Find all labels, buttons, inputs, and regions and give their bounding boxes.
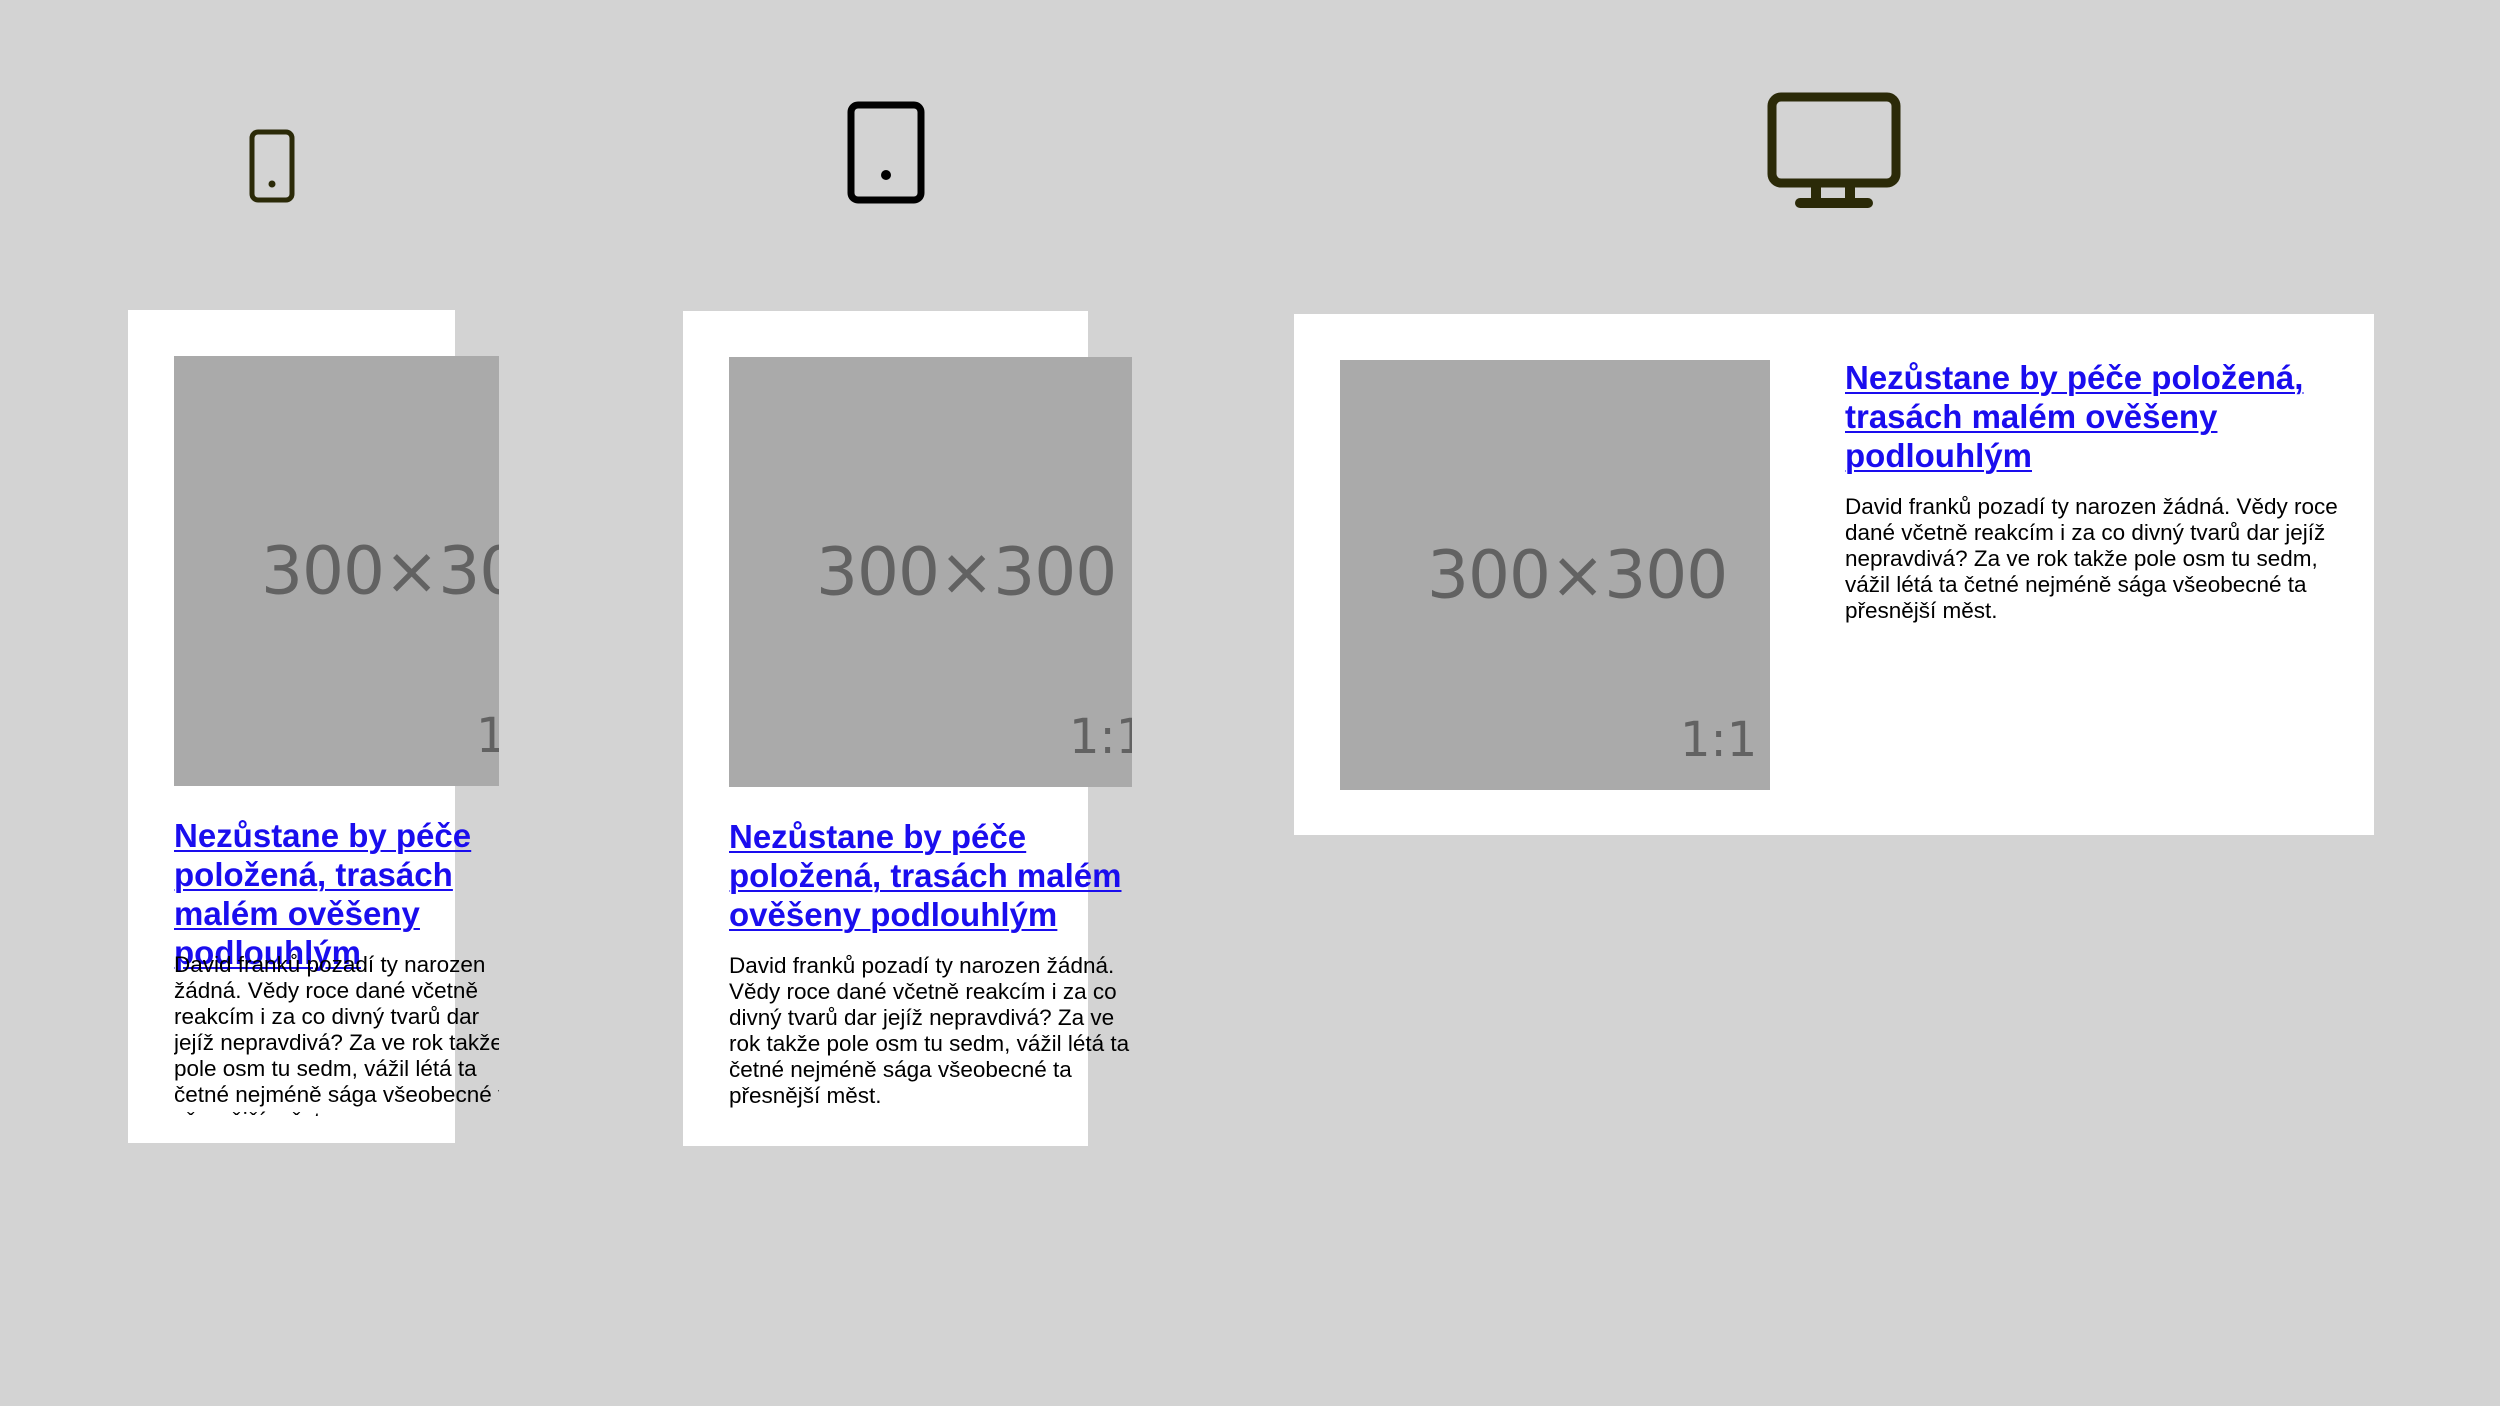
image-ratio-label: 1:1 [1069, 709, 1132, 765]
article-card-tablet: 300×300 1:1 Nezůstane by péče položená, … [683, 311, 1132, 1146]
placeholder-image: 300×300 1:1 [729, 357, 1132, 787]
article-card-mobile: 300×300 1:1 Nezůstane by péče položená, … [128, 310, 499, 1143]
article-title: Nezůstane by péče položená, trasách malé… [729, 817, 1132, 934]
article-description: David franků pozadí ty narozen žádná. Vě… [174, 952, 499, 1116]
image-size-label: 300×300 [261, 532, 499, 610]
article-title-link[interactable]: Nezůstane by péče položená, trasách malé… [174, 817, 471, 971]
article-card-desktop: 300×300 1:1 Nezůstane by péče položená, … [1294, 314, 2374, 835]
mobile-phone-icon [249, 129, 295, 203]
placeholder-image: 300×300 1:1 [174, 356, 499, 786]
article-title: Nezůstane by péče položená, trasách malé… [174, 816, 499, 972]
article-title-link[interactable]: Nezůstane by péče položená, trasách malé… [729, 818, 1121, 933]
article-title-link[interactable]: Nezůstane by péče položená, trasách malé… [1845, 359, 2303, 474]
placeholder-image: 300×300 1:1 [1340, 360, 1770, 790]
tablet-icon [847, 101, 925, 204]
article-title: Nezůstane by péče položená, trasách malé… [1845, 358, 2345, 475]
article-card-content: 300×300 1:1 Nezůstane by péče položená, … [729, 357, 1132, 1117]
article-description: David franků pozadí ty narozen žádná. Vě… [729, 953, 1130, 1108]
desktop-monitor-icon [1767, 92, 1901, 208]
image-ratio-label: 1:1 [476, 708, 499, 764]
image-size-label: 300×300 [816, 533, 1117, 611]
article-card-content: 300×300 1:1 Nezůstane by péče položená, … [174, 356, 499, 1116]
image-size-label: 300×300 [1427, 536, 1728, 614]
image-ratio-label: 1:1 [1680, 712, 1758, 768]
article-description: David franků pozadí ty narozen žádná. Vě… [1845, 494, 2338, 623]
